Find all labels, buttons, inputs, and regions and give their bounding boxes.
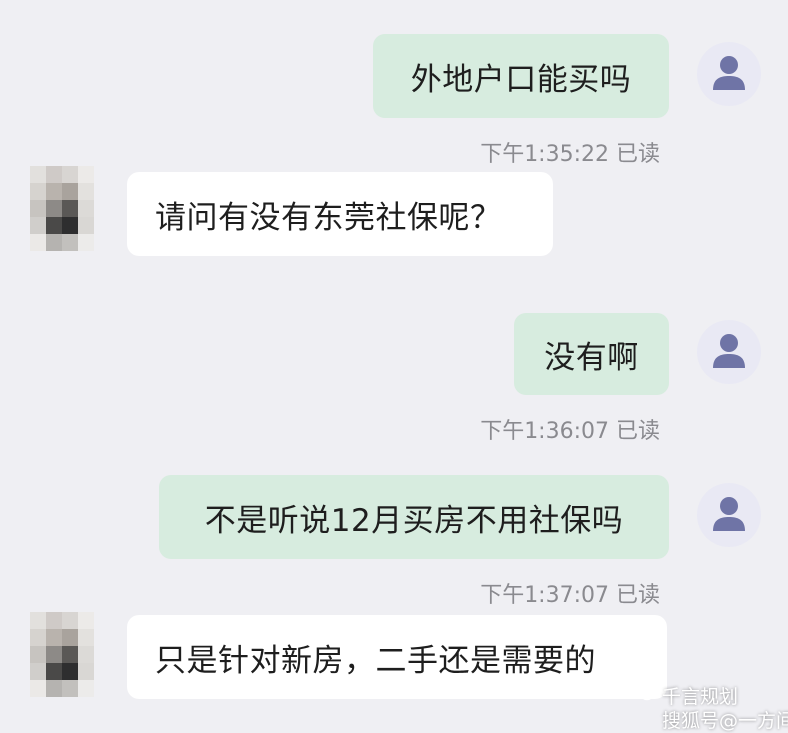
watermark-title: 千言规划 — [662, 686, 739, 708]
message-bubble-incoming[interactable]: 只是针对新房，二手还是需要的 — [127, 615, 667, 699]
user-avatar-icon[interactable] — [697, 483, 761, 547]
user-avatar-icon[interactable] — [697, 320, 761, 384]
person-icon — [713, 497, 745, 531]
message-text: 请问有没有东莞社保呢？ — [155, 199, 502, 236]
message-text: 没有啊 — [544, 339, 639, 376]
contact-avatar[interactable] — [30, 166, 94, 251]
watermark-line2: 搜狐号@一方间 — [662, 706, 788, 733]
watermark-line1: 千言规划 — [632, 682, 739, 709]
watermark-source: 搜狐号@一方间 — [662, 710, 788, 732]
user-avatar-icon[interactable] — [697, 42, 761, 106]
message-text: 不是听说12月买房不用社保吗 — [204, 502, 624, 539]
message-timestamp: 下午1:35:22 已读 — [480, 142, 660, 167]
message-timestamp: 下午1:37:07 已读 — [480, 583, 660, 608]
person-icon — [713, 334, 745, 368]
message-bubble-outgoing[interactable]: 没有啊 — [514, 313, 669, 395]
message-bubble-incoming[interactable]: 请问有没有东莞社保呢？ — [127, 172, 553, 256]
message-bubble-outgoing[interactable]: 外地户口能买吗 — [373, 34, 669, 118]
contact-avatar[interactable] — [30, 612, 94, 697]
wechat-icon — [632, 685, 654, 701]
person-icon — [713, 56, 745, 90]
message-text: 外地户口能买吗 — [410, 61, 632, 98]
message-bubble-outgoing[interactable]: 不是听说12月买房不用社保吗 — [159, 475, 669, 559]
message-text: 只是针对新房，二手还是需要的 — [155, 642, 596, 679]
message-timestamp: 下午1:36:07 已读 — [480, 419, 660, 444]
